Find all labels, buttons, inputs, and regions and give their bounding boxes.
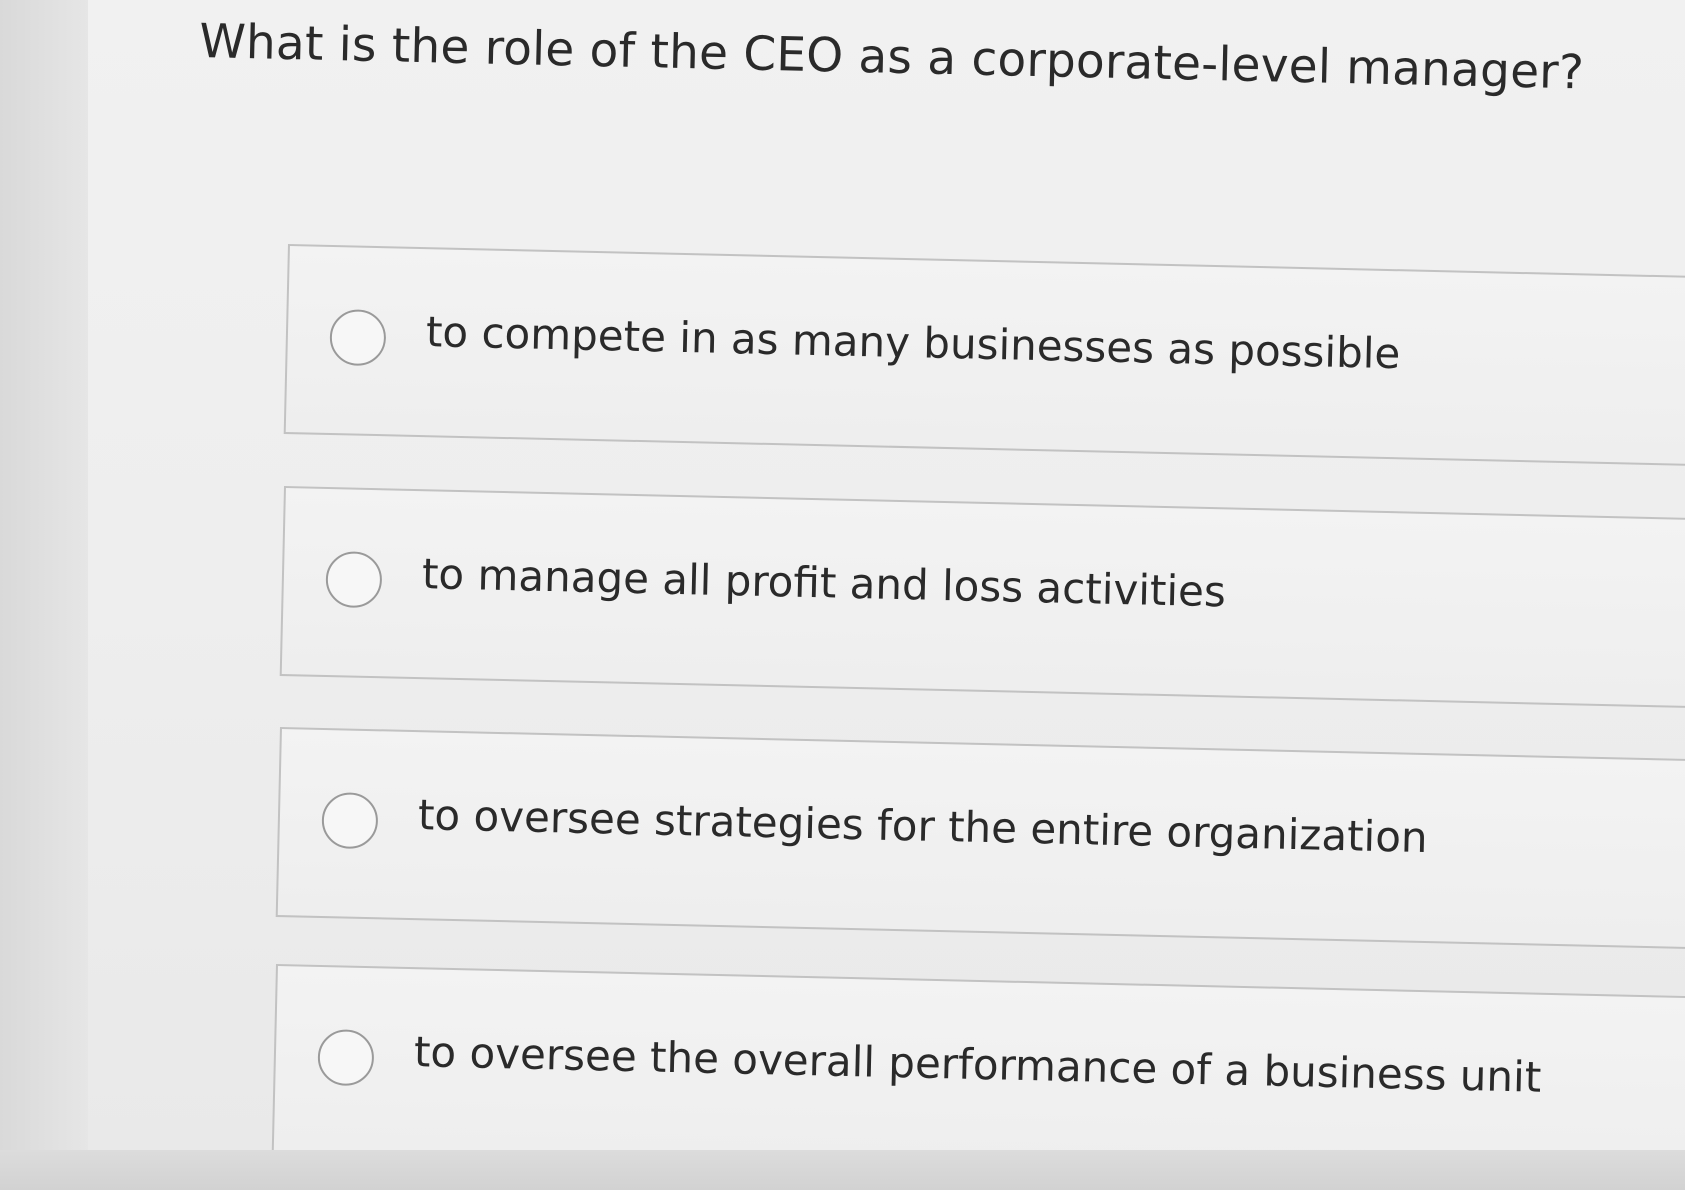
answer-option-label: to oversee strategies for the entire org… bbox=[417, 790, 1429, 863]
answer-option-2[interactable]: to manage all profit and loss activities bbox=[279, 486, 1685, 709]
radio-button-icon[interactable] bbox=[325, 550, 383, 609]
answer-option-3[interactable]: to oversee strategies for the entire org… bbox=[275, 727, 1685, 950]
radio-button-icon[interactable] bbox=[317, 1028, 375, 1087]
answer-option-label: to manage all profit and loss activities bbox=[421, 549, 1227, 617]
answer-option-label: to compete in as many businesses as poss… bbox=[425, 307, 1401, 379]
answer-option-label: to oversee the overall performance of a … bbox=[413, 1027, 1542, 1102]
bottom-edge bbox=[0, 1150, 1685, 1190]
answer-option-1[interactable]: to compete in as many businesses as poss… bbox=[283, 244, 1685, 467]
radio-button-icon[interactable] bbox=[329, 308, 387, 367]
radio-button-icon[interactable] bbox=[321, 791, 379, 850]
screen-edge bbox=[0, 0, 90, 1190]
